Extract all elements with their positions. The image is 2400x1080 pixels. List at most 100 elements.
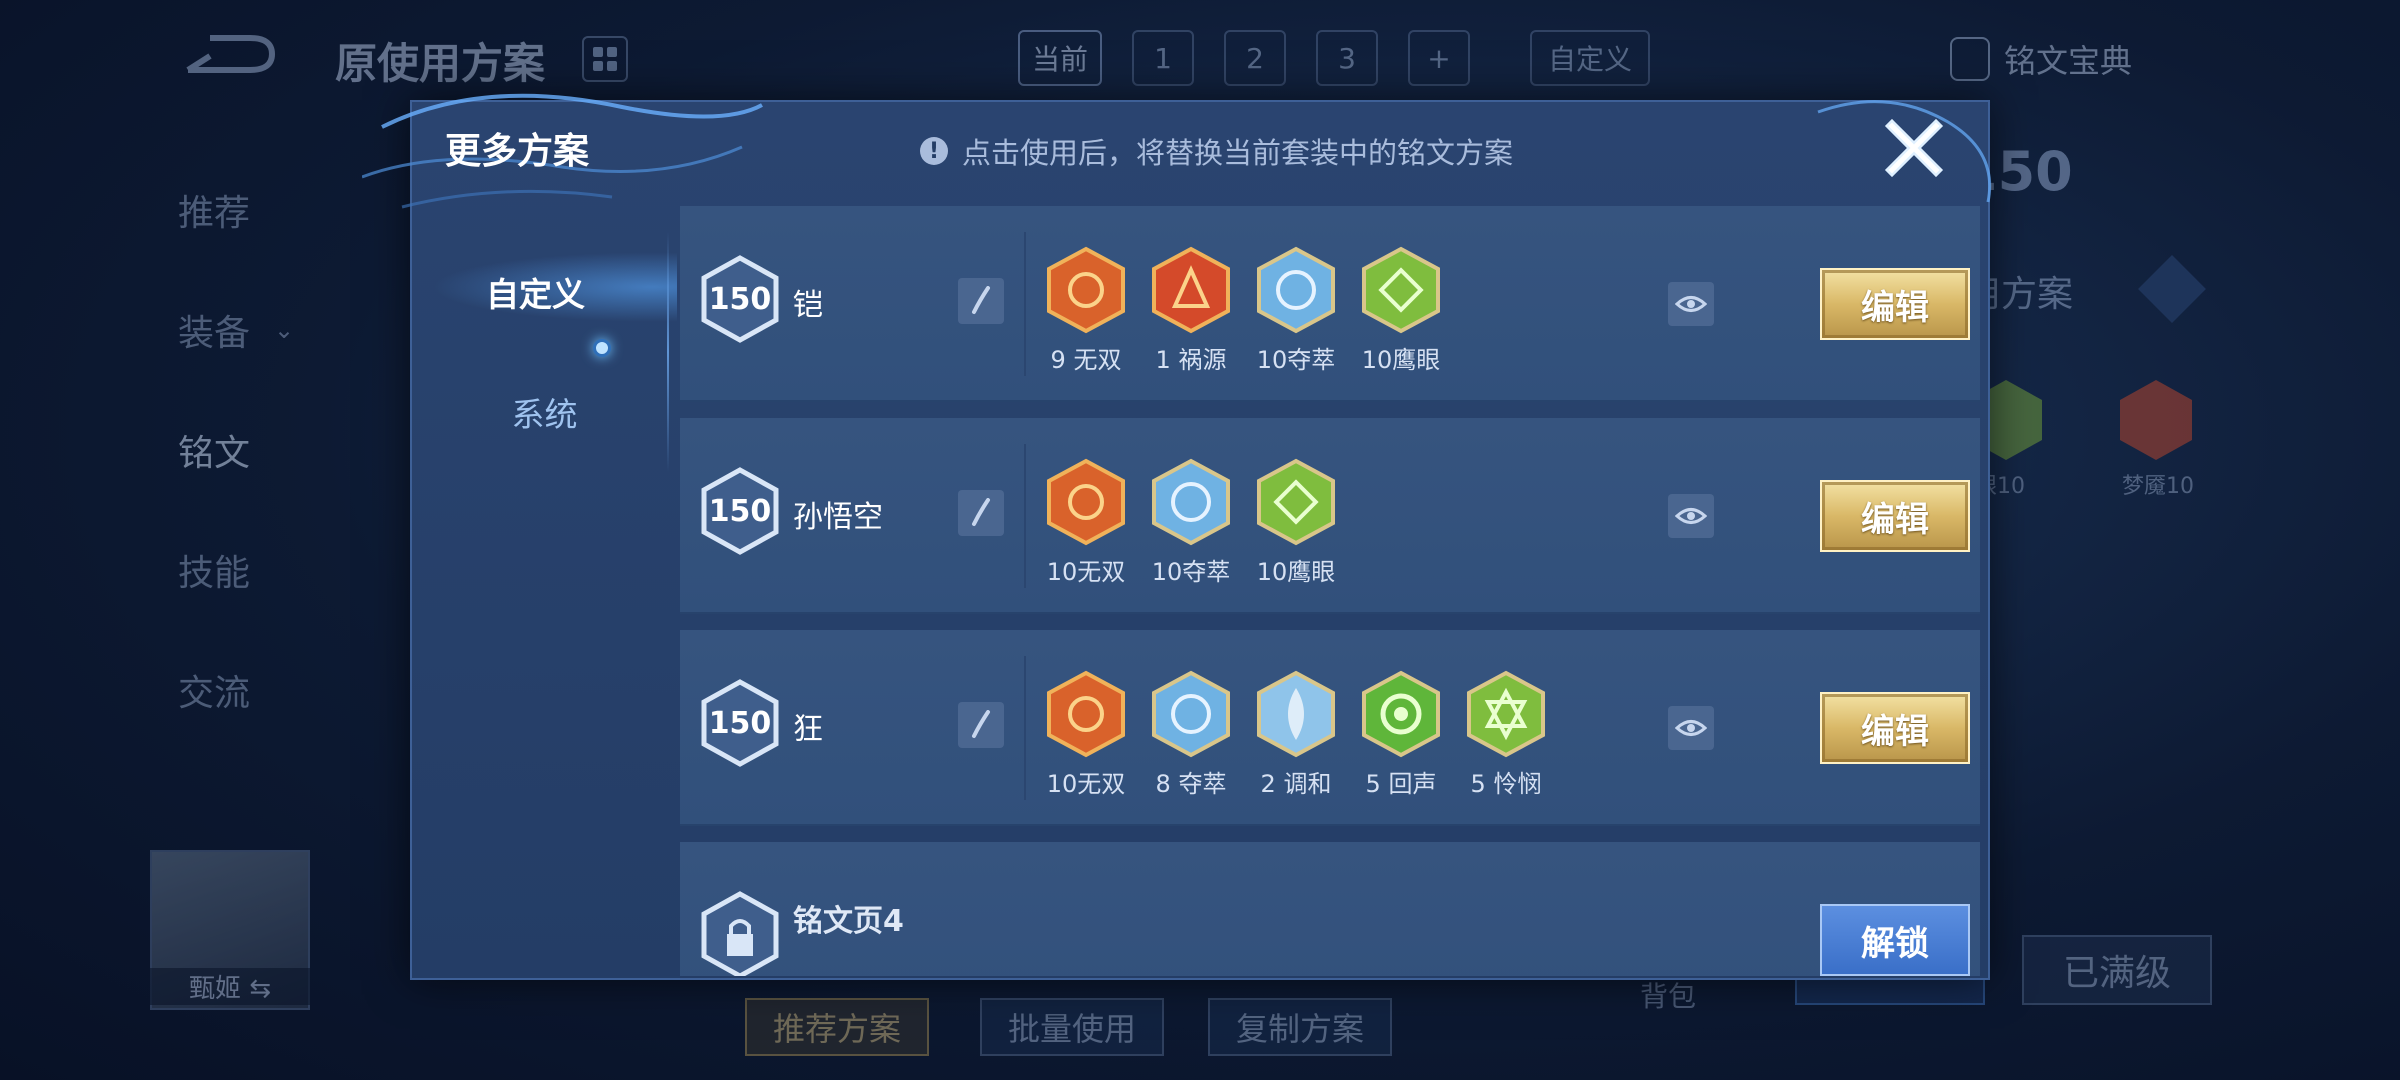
- unlock-button[interactable]: 解锁: [1820, 904, 1970, 976]
- rune-item: 9 无双: [1046, 246, 1126, 375]
- sidebar: 推荐 装备 ⌄ 铭文 技能 交流: [178, 150, 294, 750]
- back-arrow-icon: [186, 35, 276, 73]
- wushuang-rune-icon: [1047, 246, 1125, 334]
- duocui-rune-icon: [1152, 458, 1230, 546]
- huisheng-rune-icon: [1362, 670, 1440, 758]
- edit-button[interactable]: 编辑: [1820, 268, 1970, 340]
- lianmin-rune-icon: [1467, 670, 1545, 758]
- tab-label: 系统: [511, 395, 578, 434]
- rune-list: 10无双 10夺萃 10鹰眼: [1046, 458, 1336, 587]
- tab-add[interactable]: +: [1408, 30, 1471, 86]
- eye-icon: [1675, 296, 1707, 312]
- plan-name: 铠: [793, 288, 823, 323]
- tiaohe-rune-icon: [1257, 670, 1335, 758]
- plan-name: 孙悟空: [793, 500, 883, 535]
- plan-row-locked: 铭文页4 解锁: [680, 842, 1980, 976]
- modal-notice: ! 点击使用后，将替换当前套装中的铭文方案: [920, 130, 1513, 172]
- yingyan-rune-icon: [1362, 246, 1440, 334]
- sidebar-item-label: 装备: [178, 313, 251, 354]
- menu-icon[interactable]: [2138, 255, 2206, 323]
- rune-item: 10夺萃: [1151, 458, 1231, 587]
- divider: [1024, 656, 1026, 800]
- rune-codex-button[interactable]: 铭文宝典: [1950, 36, 2132, 82]
- batch-use-button[interactable]: 批量使用: [980, 998, 1165, 1056]
- plan-tabs: 当前 1 2 3 + 自定义: [1018, 30, 1651, 86]
- modal-title: 更多方案: [445, 131, 590, 172]
- preview-button[interactable]: [1668, 282, 1714, 326]
- rune-codex-label: 铭文宝典: [2004, 42, 2133, 80]
- rune-item: 10无双: [1046, 458, 1126, 587]
- plan-row: 150 孙悟空 10无双 10夺萃 10鹰眼 编辑: [680, 418, 1980, 614]
- rune-item: 10夺萃: [1256, 246, 1336, 375]
- sidebar-item-equipment[interactable]: 装备 ⌄: [178, 270, 294, 390]
- rune-item: 8 夺萃: [1151, 670, 1231, 799]
- rename-button[interactable]: [958, 490, 1004, 536]
- level-badge: 150: [700, 678, 780, 768]
- tab-plan-3[interactable]: 3: [1316, 30, 1379, 86]
- level-badge: 150: [700, 466, 780, 556]
- duocui-rune-icon: [1152, 670, 1230, 758]
- tab-current[interactable]: 当前: [1018, 30, 1103, 86]
- plan-name: 铭文页4: [793, 904, 904, 939]
- maxed-button[interactable]: 已满级: [2022, 935, 2212, 1005]
- plan-row: 150 铠 9 无双 1 祸源 10夺萃 10鹰眼 编辑: [680, 206, 1980, 402]
- plan-row: 150 狂 10无双 8 夺萃 2 调和 5 回声 5 怜悯 编辑: [680, 630, 1980, 826]
- divider: [1024, 232, 1026, 376]
- preview-button[interactable]: [1668, 706, 1714, 750]
- pen-icon: [972, 498, 990, 526]
- divider: [1024, 444, 1026, 588]
- nightmare-rune-icon: [2120, 380, 2192, 460]
- huoyuan-rune-icon: [1152, 246, 1230, 334]
- rune-list: 9 无双 1 祸源 10夺萃 10鹰眼: [1046, 246, 1441, 375]
- preview-button[interactable]: [1668, 494, 1714, 538]
- tab-plan-2[interactable]: 2: [1224, 30, 1287, 86]
- lock-icon: [701, 891, 779, 976]
- wushuang-rune-icon: [1047, 458, 1125, 546]
- close-icon: [1884, 118, 1944, 178]
- info-icon: !: [920, 137, 948, 165]
- rune-item: 1 祸源: [1151, 246, 1231, 375]
- pen-icon: [972, 286, 990, 314]
- tab-system[interactable]: 系统: [412, 352, 677, 472]
- rename-button[interactable]: [958, 278, 1004, 324]
- tabs-divider: [667, 232, 669, 472]
- tab-label: 自定义: [486, 275, 585, 314]
- sidebar-item-runes[interactable]: 铭文: [178, 390, 294, 510]
- bag-label[interactable]: 背包: [1640, 975, 1696, 1015]
- rename-button[interactable]: [958, 702, 1004, 748]
- grid-icon[interactable]: [582, 36, 628, 82]
- edit-button[interactable]: 编辑: [1820, 692, 1970, 764]
- hero-name: 甄姬 ⇆: [150, 968, 310, 1005]
- sidebar-item-skills[interactable]: 技能: [178, 510, 294, 630]
- copy-plan-button[interactable]: 复制方案: [1208, 998, 1393, 1056]
- plan-list[interactable]: 150 铠 9 无双 1 祸源 10夺萃 10鹰眼 编辑 150 孙悟空 10无…: [680, 206, 1980, 976]
- tab-plan-1[interactable]: 1: [1132, 30, 1195, 86]
- notice-text: 点击使用后，将替换当前套装中的铭文方案: [962, 136, 1514, 170]
- sidebar-item-recommend[interactable]: 推荐: [178, 150, 294, 270]
- page-title: 原使用方案: [335, 39, 546, 88]
- rune-item: 10无双: [1046, 670, 1126, 799]
- rune-item: 5 怜悯: [1466, 670, 1546, 799]
- rune-item: 10鹰眼: [1361, 246, 1441, 375]
- close-button[interactable]: [1882, 116, 1946, 180]
- swap-icon[interactable]: ⇆: [249, 974, 271, 1004]
- back-button[interactable]: [180, 30, 280, 80]
- rune-item: 5 回声: [1361, 670, 1441, 799]
- yingyan-rune-icon: [1257, 458, 1335, 546]
- tab-custom[interactable]: 自定义: [412, 232, 677, 357]
- eye-icon: [1675, 508, 1707, 524]
- rune-item: 10鹰眼: [1256, 458, 1336, 587]
- sidebar-item-chat[interactable]: 交流: [178, 630, 294, 750]
- wushuang-rune-icon: [1047, 670, 1125, 758]
- tab-custom[interactable]: 自定义: [1530, 30, 1651, 86]
- book-icon: [1950, 37, 1990, 81]
- eye-icon: [1675, 720, 1707, 736]
- more-plans-modal: 更多方案 ! 点击使用后，将替换当前套装中的铭文方案 自定义 系统 150 铠: [362, 93, 1992, 980]
- edit-button[interactable]: 编辑: [1820, 480, 1970, 552]
- plan-name: 狂: [793, 712, 823, 747]
- level-badge: 150: [700, 254, 780, 344]
- lock-badge: [700, 890, 780, 976]
- duocui-rune-icon: [1257, 246, 1335, 334]
- recommend-plan-button[interactable]: 推荐方案: [745, 998, 930, 1056]
- rune-list: 10无双 8 夺萃 2 调和 5 回声 5 怜悯: [1046, 670, 1546, 799]
